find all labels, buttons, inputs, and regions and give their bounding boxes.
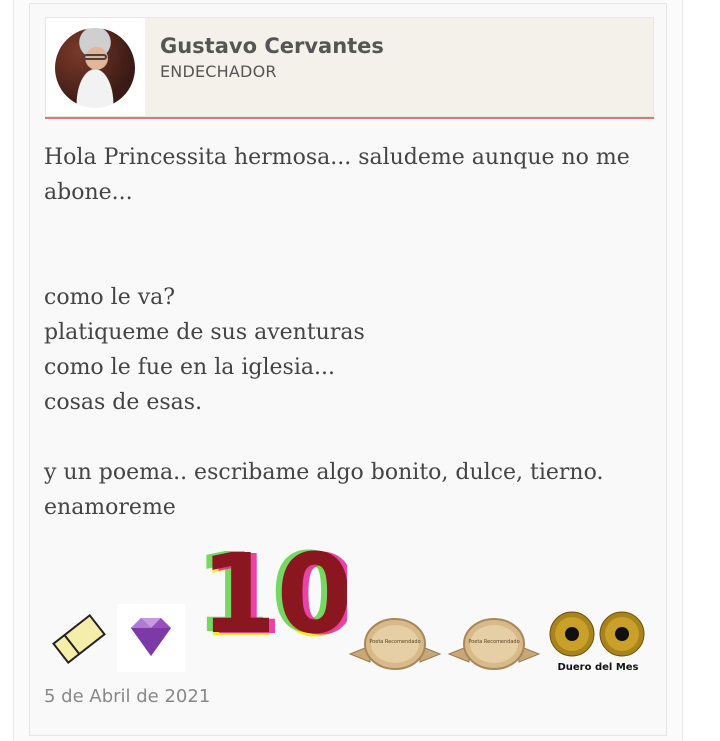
gem-icon[interactable]: [117, 604, 185, 672]
message-line: y un poema.. escribame algo bonito, dulc…: [44, 460, 604, 485]
comment-date: 5 de Abril de 2021: [44, 686, 211, 707]
header-divider: [45, 117, 654, 119]
svg-text:Duero del Mes: Duero del Mes: [557, 662, 638, 673]
author-rank: ENDECHADOR: [160, 62, 277, 81]
glasses-detail: [83, 54, 107, 60]
comment-body: Hola Princessita hermosa... saludeme aun…: [44, 140, 644, 525]
award-ten-icon[interactable]: 10 10 10 10: [192, 535, 347, 647]
message-line: Hola Princessita hermosa... saludeme aun…: [44, 145, 630, 205]
avatar-frame[interactable]: [46, 18, 145, 116]
svg-text:Poeta Recomendado: Poeta Recomendado: [468, 639, 519, 645]
message-line: platiqueme de sus aventuras: [44, 320, 365, 345]
message-line: cosas de esas.: [44, 390, 203, 415]
medal-icon[interactable]: Poeta Recomendado: [447, 616, 541, 672]
svg-text:Poeta Recomendado: Poeta Recomendado: [369, 639, 420, 645]
medal-icon[interactable]: Poeta Recomendado: [348, 616, 442, 672]
message-line: como le fue en la iglesia...: [44, 355, 335, 380]
message-line: enamoreme: [44, 495, 176, 520]
gears-award-icon[interactable]: Duero del Mes: [546, 608, 650, 674]
avatar[interactable]: [55, 28, 135, 108]
ticket-icon[interactable]: [50, 612, 108, 666]
author-header[interactable]: Gustavo Cervantes ENDECHADOR: [45, 17, 654, 117]
svg-text:10: 10: [200, 535, 347, 647]
message-line: como le va?: [44, 285, 176, 310]
author-name[interactable]: Gustavo Cervantes: [160, 34, 384, 58]
